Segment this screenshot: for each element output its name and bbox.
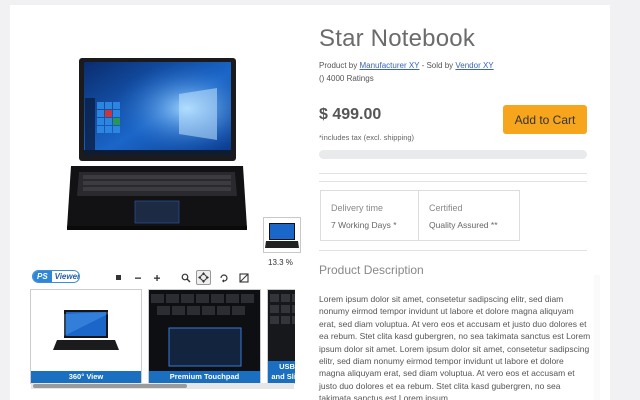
delivery-time-value: 7 Working Days *	[331, 220, 397, 230]
thumbnail-caption: 360° View	[31, 371, 141, 383]
product-page: 13.3 % PS Viewer 360° View Premium Touch…	[10, 5, 610, 400]
product-title: Star Notebook	[319, 25, 476, 52]
thumbnail-strip[interactable]: 360° View Premium Touchpad USB and Sl	[30, 289, 295, 391]
add-to-cart-button[interactable]: Add to Cart	[503, 105, 587, 134]
divider	[319, 181, 587, 182]
scrollbar-thumb[interactable]	[33, 384, 187, 388]
ratings-count[interactable]: () 4000 Ratings	[319, 74, 374, 83]
thumbnail-scrollbar[interactable]	[31, 383, 294, 389]
delivery-time-label: Delivery time	[331, 203, 384, 213]
product-byline: Product by Manufacturer XY - Sold by Ven…	[319, 61, 494, 70]
certified-value: Quality Assured **	[429, 220, 498, 230]
fullscreen-icon[interactable]	[236, 270, 251, 285]
viewer-toolbar: PS Viewer	[30, 269, 260, 287]
minus-icon[interactable]	[130, 270, 145, 285]
thumbnail-usb[interactable]: USB and Slim Ke	[267, 289, 295, 384]
move-icon[interactable]	[196, 270, 211, 285]
magnifier-icon[interactable]	[178, 270, 193, 285]
tax-note: *includes tax (excl. shipping)	[319, 133, 415, 142]
main-product-image[interactable]	[67, 58, 247, 233]
thumbnail-360-view[interactable]: 360° View	[30, 289, 142, 384]
zoom-preview-thumbnail[interactable]	[263, 217, 301, 253]
description-title: Product Description	[319, 263, 424, 277]
certified-cell: Certified Quality Assured **	[419, 191, 519, 240]
rotate-icon[interactable]	[216, 270, 231, 285]
product-price: $ 499.00	[319, 106, 382, 123]
plus-icon[interactable]	[149, 270, 164, 285]
delivery-time-cell: Delivery time 7 Working Days *	[321, 191, 418, 240]
description-text: Lorem ipsum dolor sit amet, consetetur s…	[319, 294, 591, 400]
description-scrollbar[interactable]	[594, 275, 600, 400]
psviewer-logo: PS Viewer	[32, 270, 80, 283]
zoom-level-label: 13.3 %	[268, 258, 293, 267]
shipping-info-box: Delivery time 7 Working Days * Certified…	[320, 190, 520, 241]
divider	[319, 173, 587, 174]
thumbnail-caption: Premium Touchpad	[149, 371, 260, 383]
stop-icon[interactable]	[111, 270, 126, 285]
manufacturer-link[interactable]: Manufacturer XY	[359, 61, 419, 70]
thumbnail-caption: USB and Slim Ke	[268, 361, 295, 383]
progress-bar	[319, 150, 587, 159]
thumbnail-premium-touchpad[interactable]: Premium Touchpad	[148, 289, 261, 384]
divider	[319, 250, 587, 251]
certified-label: Certified	[429, 203, 463, 213]
vendor-link[interactable]: Vendor XY	[455, 61, 493, 70]
